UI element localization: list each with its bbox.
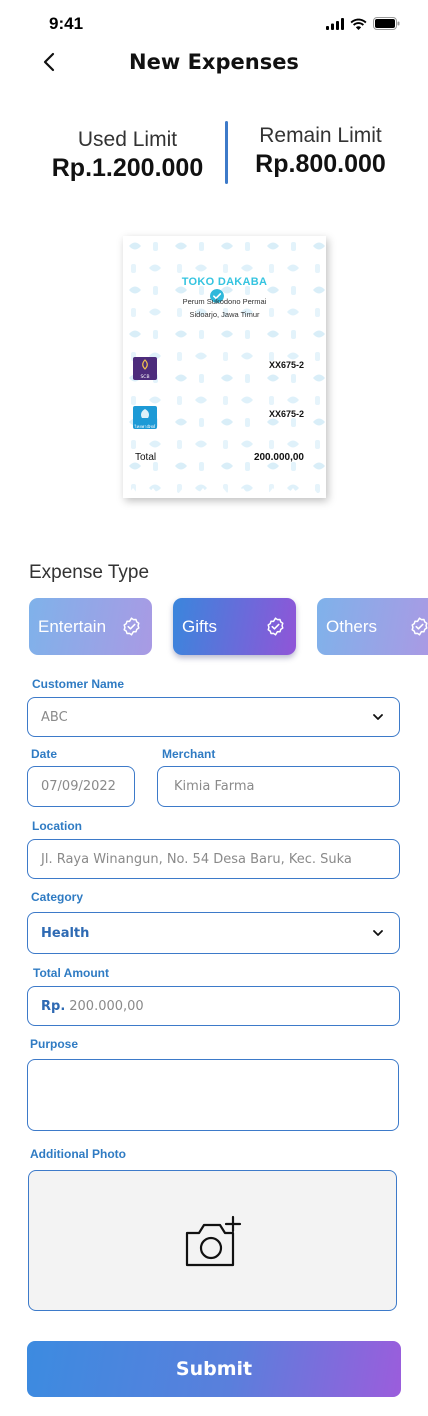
page-title: New Expenses	[129, 50, 299, 74]
receipt-image[interactable]: TOKO DAKABA Perum Sukodono Permai Sidoar…	[123, 236, 326, 498]
receipt-code-2: XX675-2	[268, 409, 304, 419]
remain-limit: Remain Limit Rp.800.000	[238, 124, 403, 179]
used-limit-value: Rp.1.200.000	[51, 154, 204, 182]
merchant-label: Merchant	[162, 747, 216, 761]
badge-check-icon	[123, 617, 140, 636]
scb-bank-logo: SCB	[133, 357, 157, 380]
limit-summary: Used Limit Rp.1.200.000 Remain Limit Rp.…	[0, 118, 428, 190]
purpose-label: Purpose	[30, 1037, 79, 1051]
expense-type-title: Expense Type	[29, 562, 150, 583]
scb-logo-icon	[142, 359, 148, 370]
customer-name-select[interactable]: ABC	[27, 697, 400, 737]
battery-icon	[373, 17, 400, 30]
bank-emblem-icon	[141, 409, 149, 418]
date-label: Date	[31, 747, 58, 761]
signal-icon	[326, 17, 344, 30]
add-camera-icon	[185, 1215, 242, 1267]
remain-limit-label: Remain Limit	[259, 124, 382, 147]
badge-check-icon	[411, 617, 428, 636]
customer-name-label: Customer Name	[32, 677, 125, 691]
location-label: Location	[32, 819, 82, 833]
thai-bank-name: ไทยพาณิชย์	[134, 424, 156, 429]
location-field[interactable]: Jl. Raya Winangun, No. 54 Desa Baru, Kec…	[27, 839, 400, 879]
scb-bank-name: SCB	[140, 375, 150, 380]
expense-type-entertain[interactable]: Entertain	[29, 598, 152, 655]
wifi-icon	[350, 18, 367, 30]
submit-button[interactable]: Submit	[27, 1341, 401, 1397]
merchant-value: Kimia Farma	[174, 779, 255, 794]
chevron-down-icon	[373, 714, 383, 720]
receipt-address-line1: Perum Sukodono Permai	[182, 297, 267, 306]
status-time: 9:41	[49, 14, 84, 33]
badge-check-icon	[267, 617, 284, 636]
date-value: 07/09/2022	[41, 779, 116, 794]
currency-prefix: Rp.	[41, 998, 66, 1014]
additional-photo-label: Additional Photo	[30, 1147, 126, 1161]
receipt-total-value: 200.000,00	[253, 452, 304, 463]
total-amount-field[interactable]: Rp. 200.000,00	[27, 986, 400, 1026]
location-value: Jl. Raya Winangun, No. 54 Desa Baru, Kec…	[41, 851, 352, 867]
purpose-textarea[interactable]	[27, 1059, 399, 1131]
customer-name-value: ABC	[41, 709, 68, 725]
expense-type-others[interactable]: Others	[317, 598, 428, 655]
status-icons	[326, 17, 400, 30]
limit-divider	[225, 121, 228, 184]
category-value: Health	[41, 925, 90, 941]
expense-type-gifts-label: Gifts	[182, 616, 217, 636]
thai-bank-logo: ไทยพาณิชย์	[133, 406, 157, 429]
expense-type-gifts[interactable]: Gifts	[173, 598, 296, 655]
total-amount-value: 200.000,00	[69, 998, 144, 1014]
chevron-down-icon	[373, 930, 383, 936]
category-select[interactable]: Health	[27, 912, 400, 954]
receipt-code-1: XX675-2	[268, 360, 304, 370]
total-amount-label: Total Amount	[33, 966, 109, 980]
header: New Expenses	[0, 44, 428, 84]
category-label: Category	[31, 890, 84, 904]
receipt-total-label: Total	[135, 452, 157, 463]
receipt-store-name: TOKO DAKABA	[181, 276, 268, 288]
receipt-address-line2: Sidoarjo, Jawa Timur	[189, 310, 260, 319]
used-limit-label: Used Limit	[77, 128, 178, 151]
add-photo-area[interactable]	[28, 1170, 397, 1311]
date-field[interactable]: 07/09/2022	[27, 766, 135, 807]
remain-limit-value: Rp.800.000	[255, 150, 386, 178]
status-bar: 9:41	[0, 0, 428, 44]
merchant-field[interactable]: Kimia Farma	[157, 766, 400, 807]
expense-type-others-label: Others	[326, 616, 378, 636]
expense-type-entertain-label: Entertain	[38, 616, 107, 636]
used-limit: Used Limit Rp.1.200.000	[40, 128, 215, 183]
